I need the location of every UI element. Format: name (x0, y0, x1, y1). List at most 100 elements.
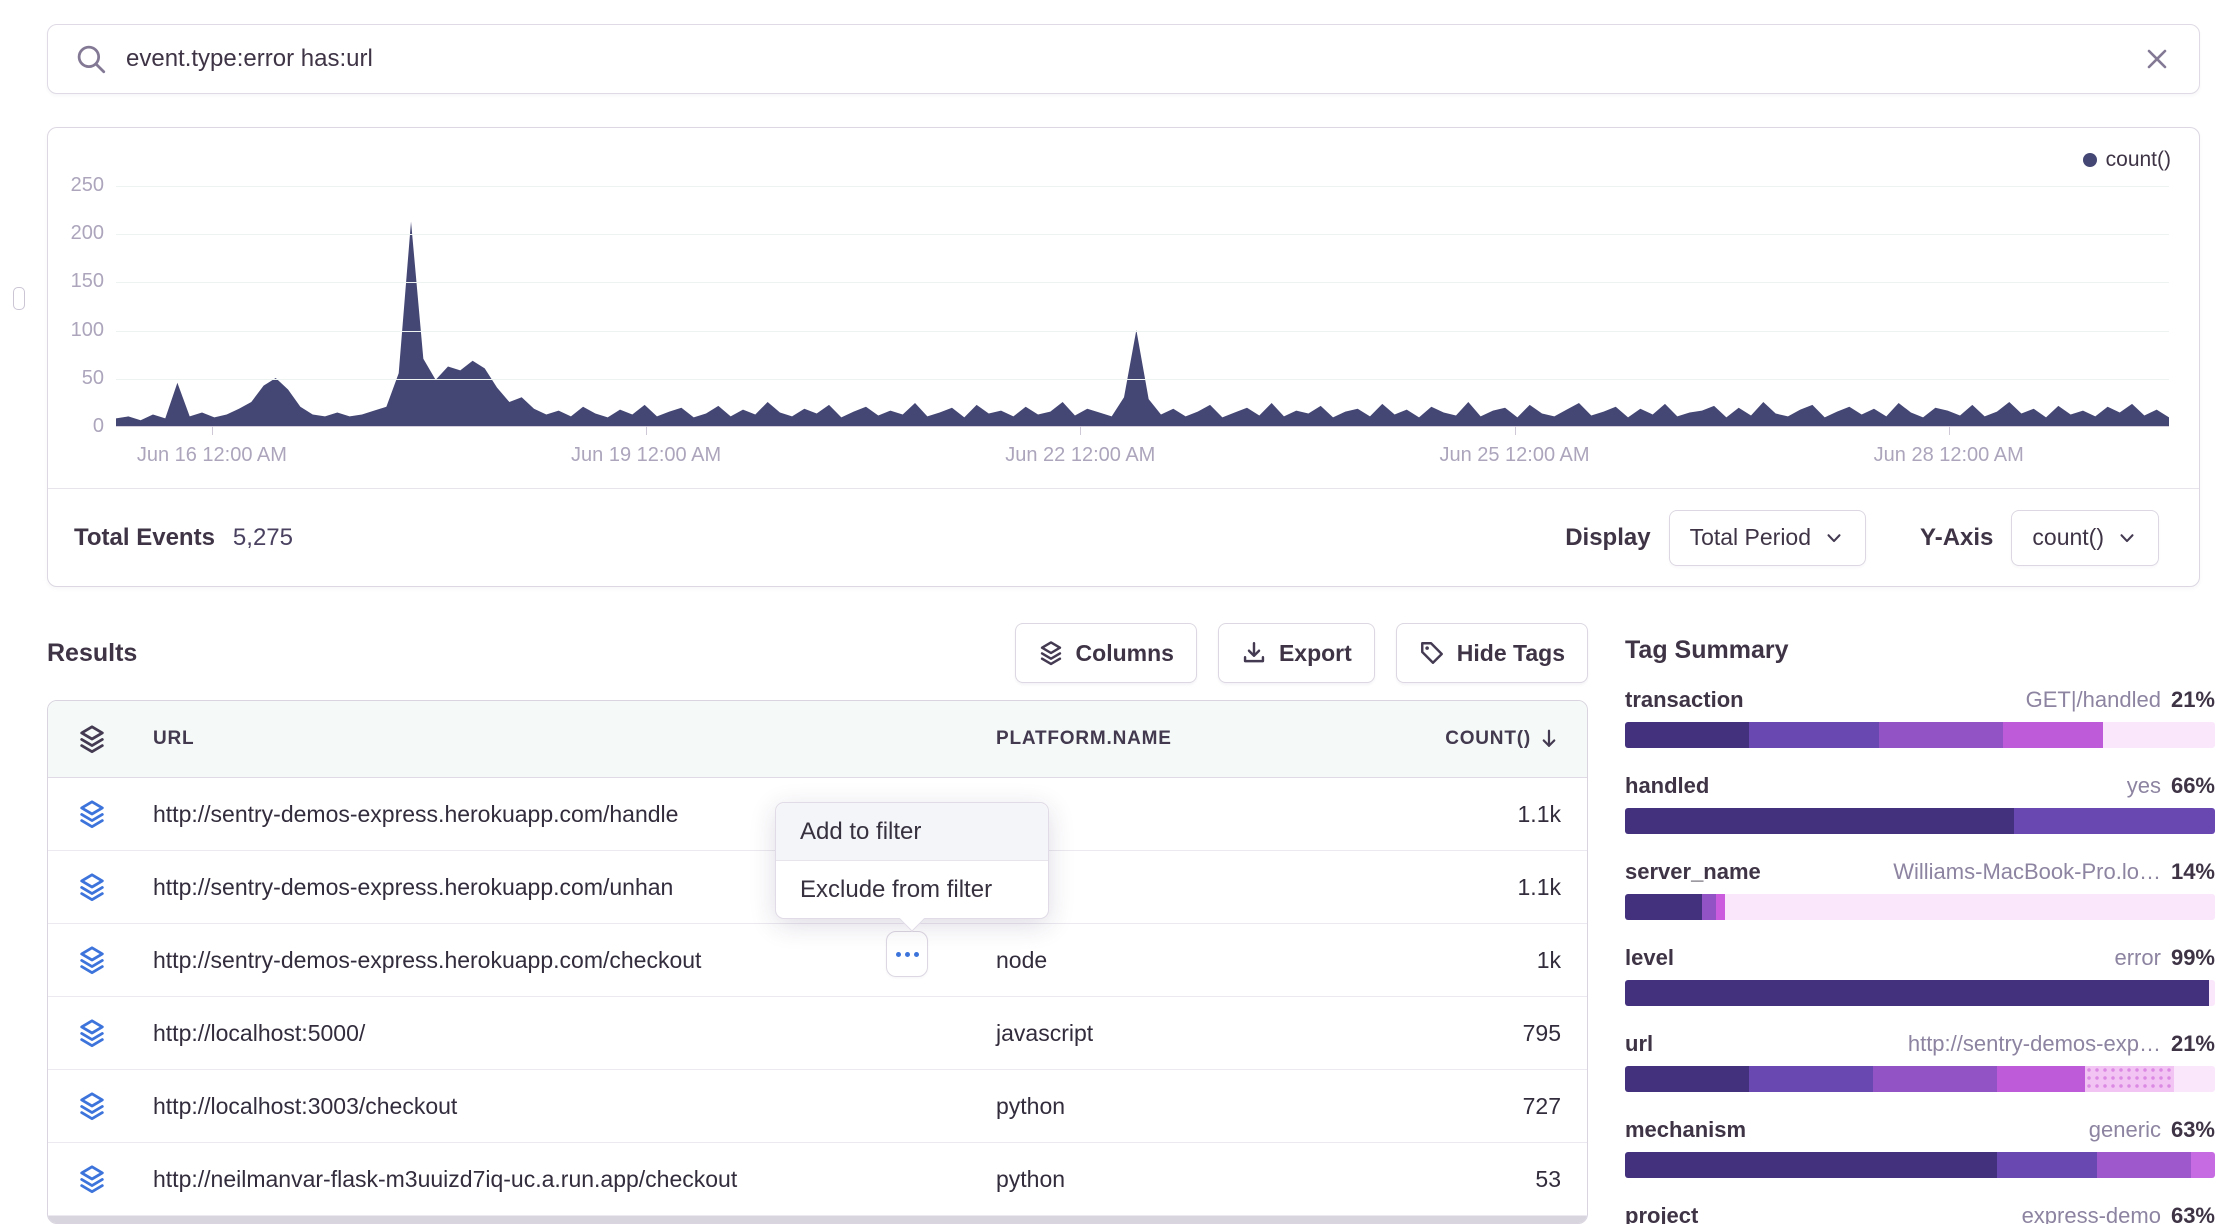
results-header-bar: Results Columns Export Hide Tags (47, 622, 1588, 684)
tag-bar-segment (1702, 894, 1717, 920)
stack-icon (77, 724, 107, 754)
y-axis-tick-label: 100 (48, 319, 104, 342)
x-axis-tick-mark (646, 426, 647, 435)
count-series-area (116, 186, 2169, 426)
column-header-url[interactable]: URL (136, 728, 996, 750)
url-cell[interactable]: http://localhost:5000/ (136, 1020, 996, 1047)
table-row[interactable]: http://localhost:5000/ javascript 795 (48, 997, 1587, 1070)
tag-name[interactable]: server_name (1625, 859, 1761, 885)
x-axis-tick-mark (1080, 426, 1081, 435)
tag-name[interactable]: url (1625, 1031, 1653, 1057)
tag-distribution-bar[interactable] (1625, 894, 2215, 920)
stack-icon (77, 1018, 107, 1048)
tag-summary-panel: Tag Summary transaction GET|/handled 21%… (1625, 636, 2215, 1224)
search-input[interactable] (126, 45, 2141, 73)
platform-cell[interactable]: node (996, 947, 1386, 974)
stack-icon (77, 799, 107, 829)
count-cell: 1k (1386, 947, 1561, 974)
columns-button-label: Columns (1076, 640, 1174, 667)
tag-top-percent: 63% (2171, 1203, 2215, 1224)
tag-name[interactable]: project (1625, 1203, 1698, 1224)
column-header-count[interactable]: COUNT() (1386, 727, 1561, 751)
tag-top-percent: 21% (2171, 687, 2215, 713)
tag-summary-item: transaction GET|/handled 21% (1625, 687, 2215, 748)
tag-top-percent: 14% (2171, 859, 2215, 885)
y-axis-select-value: count() (2032, 524, 2104, 551)
gridline (116, 234, 2169, 235)
platform-cell[interactable]: python (996, 1166, 1386, 1193)
gridline (116, 282, 2169, 283)
tag-bar-segment (1749, 722, 1879, 748)
stack-icon (77, 872, 107, 902)
table-row[interactable]: http://neilmanvar-flask-m3uuizd7iq-uc.a.… (48, 1143, 1587, 1216)
tag-summary-item: handled yes 66% (1625, 773, 2215, 834)
tag-distribution-bar[interactable] (1625, 1152, 2215, 1178)
export-button[interactable]: Export (1218, 623, 1375, 683)
tag-name[interactable]: mechanism (1625, 1117, 1746, 1143)
search-bar (47, 24, 2200, 94)
x-axis-tick-label: Jun 16 12:00 AM (137, 444, 287, 467)
tag-distribution-bar[interactable] (1625, 980, 2215, 1006)
tag-distribution-bar[interactable] (1625, 1066, 2215, 1092)
platform-cell[interactable]: javascript (996, 1020, 1386, 1047)
search-icon (74, 42, 108, 76)
tag-bar-segment (1625, 980, 2209, 1006)
table-row[interactable]: http://sentry-demos-express.herokuapp.co… (48, 924, 1587, 997)
x-axis-tick-mark (1949, 426, 1950, 435)
tag-top-value: GET|/handled (2026, 687, 2161, 713)
y-axis-tick-label: 50 (48, 367, 104, 390)
results-table: URL PLATFORM.NAME COUNT() http://sentry-… (47, 700, 1588, 1224)
count-cell: 795 (1386, 1020, 1561, 1047)
count-cell: 727 (1386, 1093, 1561, 1120)
y-axis-select[interactable]: count() (2011, 510, 2159, 566)
tag-distribution-bar[interactable] (1625, 722, 2215, 748)
tag-bar-segment (2014, 808, 2215, 834)
tag-name[interactable]: handled (1625, 773, 1709, 799)
url-cell[interactable]: http://sentry-demos-express.herokuapp.co… (136, 947, 996, 974)
tag-top-percent: 99% (2171, 945, 2215, 971)
chart-legend[interactable]: count() (2083, 148, 2171, 172)
cell-actions-button[interactable] (886, 931, 928, 977)
display-select-value: Total Period (1690, 524, 1811, 551)
chevron-down-icon (2116, 527, 2138, 549)
url-cell[interactable]: http://localhost:3003/checkout (136, 1093, 996, 1120)
sort-desc-icon (1537, 727, 1561, 751)
hide-tags-button[interactable]: Hide Tags (1396, 623, 1588, 683)
tag-top-value: yes (2127, 773, 2161, 799)
display-select[interactable]: Total Period (1669, 510, 1866, 566)
table-bottom-strip (48, 1216, 1587, 1224)
ellipsis-icon (896, 952, 901, 957)
columns-button[interactable]: Columns (1015, 623, 1197, 683)
total-events-label: Total Events (74, 524, 215, 552)
sidebar-collapse-handle[interactable] (13, 287, 25, 310)
tag-bar-segment (1873, 1066, 1997, 1092)
tag-top-value: http://sentry-demos-exp… (1908, 1031, 2161, 1057)
tag-name[interactable]: level (1625, 945, 1674, 971)
tag-name[interactable]: transaction (1625, 687, 1744, 713)
platform-cell[interactable]: python (996, 1093, 1386, 1120)
url-cell[interactable]: http://neilmanvar-flask-m3uuizd7iq-uc.a.… (136, 1166, 996, 1193)
display-label: Display (1565, 524, 1650, 552)
tag-distribution-bar[interactable] (1625, 808, 2215, 834)
tag-summary-item: url http://sentry-demos-exp… 21% (1625, 1031, 2215, 1092)
clear-search-icon[interactable] (2141, 43, 2173, 75)
x-axis-tick-mark (212, 426, 213, 435)
export-button-label: Export (1279, 640, 1352, 667)
tag-top-value: generic (2089, 1117, 2161, 1143)
column-header-platform[interactable]: PLATFORM.NAME (996, 728, 1386, 750)
tag-top-value: error (2115, 945, 2161, 971)
chart-plot-area (116, 186, 2169, 427)
tag-bar-segment (2085, 1066, 2174, 1092)
tag-bar-segment (2003, 722, 2103, 748)
tag-top-percent: 63% (2171, 1117, 2215, 1143)
tag-bar-segment (1625, 894, 1702, 920)
stack-icon (1038, 640, 1064, 666)
table-row[interactable]: http://localhost:3003/checkout python 72… (48, 1070, 1587, 1143)
results-heading: Results (47, 639, 137, 668)
tag-bar-segment (1625, 722, 1749, 748)
cell-filter-menu: Add to filter Exclude from filter (775, 802, 1049, 919)
chevron-down-icon (1823, 527, 1845, 549)
menu-item-add-to-filter[interactable]: Add to filter (776, 803, 1048, 860)
stack-icon (77, 1091, 107, 1121)
count-cell: 1.1k (1386, 874, 1561, 901)
